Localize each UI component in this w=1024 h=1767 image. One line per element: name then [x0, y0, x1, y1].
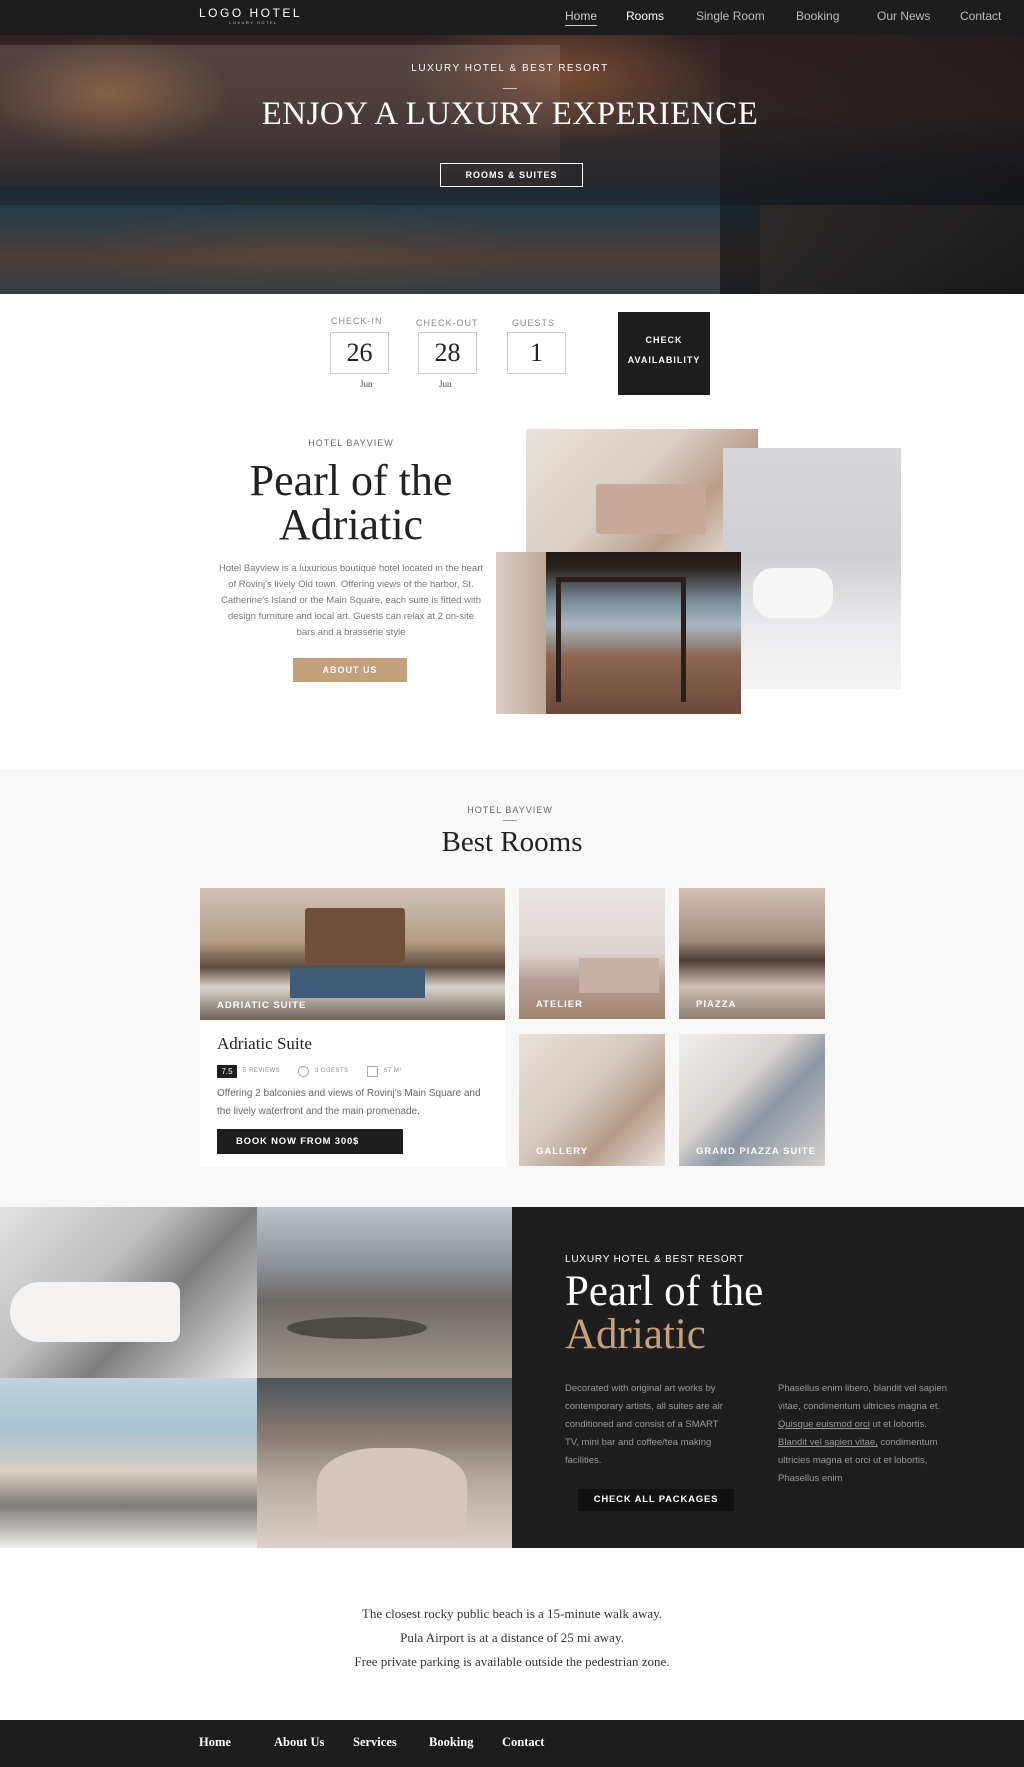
logo-text: LOGO HOTEL [199, 6, 303, 20]
room-tile-gallery[interactable]: GALLERY [519, 1034, 665, 1166]
logo-subtext: LUXURY HOTEL [229, 20, 278, 25]
packages-kicker: LUXURY HOTEL & BEST RESORT [565, 1254, 745, 1265]
footer-about-us[interactable]: About Us [274, 1735, 324, 1750]
packages-title-line2: Adriatic [565, 1311, 706, 1358]
check-availability-line1: CHECK [645, 335, 683, 345]
packages-title-line1: Pearl of the [565, 1268, 764, 1315]
room-size-icon [367, 1066, 378, 1077]
intro-title: Pearl of the Adriatic [200, 459, 502, 547]
room-tile-atelier[interactable]: ATELIER [519, 888, 665, 1019]
bed-window-photo [257, 1378, 512, 1548]
packages-text-right: Phasellus enim libero, blandit vel sapie… [778, 1380, 958, 1488]
info-beach: The closest rocky public beach is a 15-m… [361, 1606, 663, 1621]
rooms-divider [503, 820, 517, 821]
blandit-link[interactable]: Blandit vel sapien vitae, [778, 1437, 878, 1448]
featured-room-caption: ADRIATIC SUITE [217, 1000, 307, 1011]
checkin-label: CHECK-IN [331, 316, 383, 326]
guests-icon [298, 1066, 309, 1077]
terrace-table-photo [257, 1207, 512, 1378]
reviews-count: 5 REVIEWS [243, 1068, 281, 1074]
rooms-suites-button[interactable]: ROOMS & SUITES [440, 163, 583, 187]
info-parking: Free private parking is available outsid… [354, 1654, 670, 1669]
checkout-day-field[interactable]: 28 [418, 332, 477, 374]
nav-our-news[interactable]: Our News [877, 9, 930, 23]
guests-label: GUESTS [512, 318, 556, 328]
packages-text-right-b: ut et lobortis. [869, 1419, 927, 1430]
info-airport: Pula Airport is at a distance of 25 mi a… [400, 1630, 624, 1645]
hero-kicker: LUXURY HOTEL & BEST RESORT [411, 63, 609, 74]
book-now-button[interactable]: BOOK NOW FROM 300$ [217, 1129, 403, 1154]
guests-field[interactable]: 1 [507, 332, 566, 374]
bathroom-photo [723, 448, 901, 689]
nav-single-room[interactable]: Single Room [696, 9, 765, 23]
footer-contact[interactable]: Contact [502, 1735, 544, 1750]
room-tile-caption: GALLERY [536, 1146, 589, 1157]
featured-room-description: Offering 2 balconies and views of Rovinj… [217, 1088, 481, 1117]
room-tile-caption: PIAZZA [696, 999, 737, 1010]
intro-description: Hotel Bayview is a luxurious boutique ho… [218, 563, 484, 638]
checkin-month: Jun [360, 379, 373, 389]
rating-badge: 7.5 [217, 1065, 237, 1078]
checkout-label: CHECK-OUT [416, 318, 479, 328]
packages-text-left: Decorated with original art works by con… [565, 1383, 723, 1466]
guests-count: 3 GUESTS [315, 1068, 349, 1074]
room-size: 57 M² [384, 1068, 402, 1074]
nav-home[interactable]: Home [565, 9, 598, 26]
nav-booking[interactable]: Booking [796, 9, 839, 23]
balcony-sea-photo [0, 1378, 257, 1548]
nav-contact[interactable]: Contact [960, 9, 1001, 23]
room-tile-caption: ATELIER [536, 999, 583, 1010]
featured-room-image[interactable]: ADRIATIC SUITE [200, 888, 505, 1020]
room-tile-grand-piazza-suite[interactable]: GRAND PIAZZA SUITE [679, 1034, 825, 1166]
checkin-day-field[interactable]: 26 [330, 332, 389, 374]
check-availability-button[interactable]: CHECK AVAILABILITY [618, 312, 710, 395]
hero-divider [503, 88, 517, 89]
rooms-title: Best Rooms [441, 826, 583, 858]
check-availability-line2: AVAILABILITY [627, 355, 701, 365]
footer-services[interactable]: Services [353, 1735, 397, 1750]
about-us-button[interactable]: ABOUT US [293, 658, 407, 682]
rooms-kicker: HOTEL BAYVIEW [467, 805, 553, 815]
nav-rooms[interactable]: Rooms [626, 9, 664, 23]
spa-woman-photo [0, 1207, 257, 1378]
room-tile-piazza[interactable]: PIAZZA [679, 888, 825, 1019]
check-all-packages-button[interactable]: CHECK ALL PACKAGES [578, 1489, 734, 1511]
intro-title-line1: Pearl of the [249, 456, 453, 505]
hero-title: ENJOY A LUXURY EXPERIENCE [261, 96, 759, 132]
packages-title: Pearl of the Adriatic [565, 1270, 763, 1356]
intro-title-line2: Adriatic [278, 500, 424, 549]
balcony-window-photo [496, 552, 741, 714]
footer-home[interactable]: Home [199, 1735, 231, 1750]
room-tile-caption: GRAND PIAZZA SUITE [696, 1146, 817, 1157]
packages-text-right-a: Phasellus enim libero, blandit vel sapie… [778, 1383, 947, 1412]
quisque-link[interactable]: Quisque euismod orci [778, 1419, 870, 1430]
featured-room-title[interactable]: Adriatic Suite [217, 1034, 312, 1054]
checkout-month: Jun [439, 379, 452, 389]
footer-booking[interactable]: Booking [429, 1735, 473, 1750]
hotel-logo[interactable]: LOGO HOTEL LUXURY HOTEL [199, 6, 303, 26]
intro-kicker: HOTEL BAYVIEW [308, 438, 394, 448]
top-navbar: LOGO HOTEL LUXURY HOTEL Home Rooms Singl… [0, 0, 1024, 35]
